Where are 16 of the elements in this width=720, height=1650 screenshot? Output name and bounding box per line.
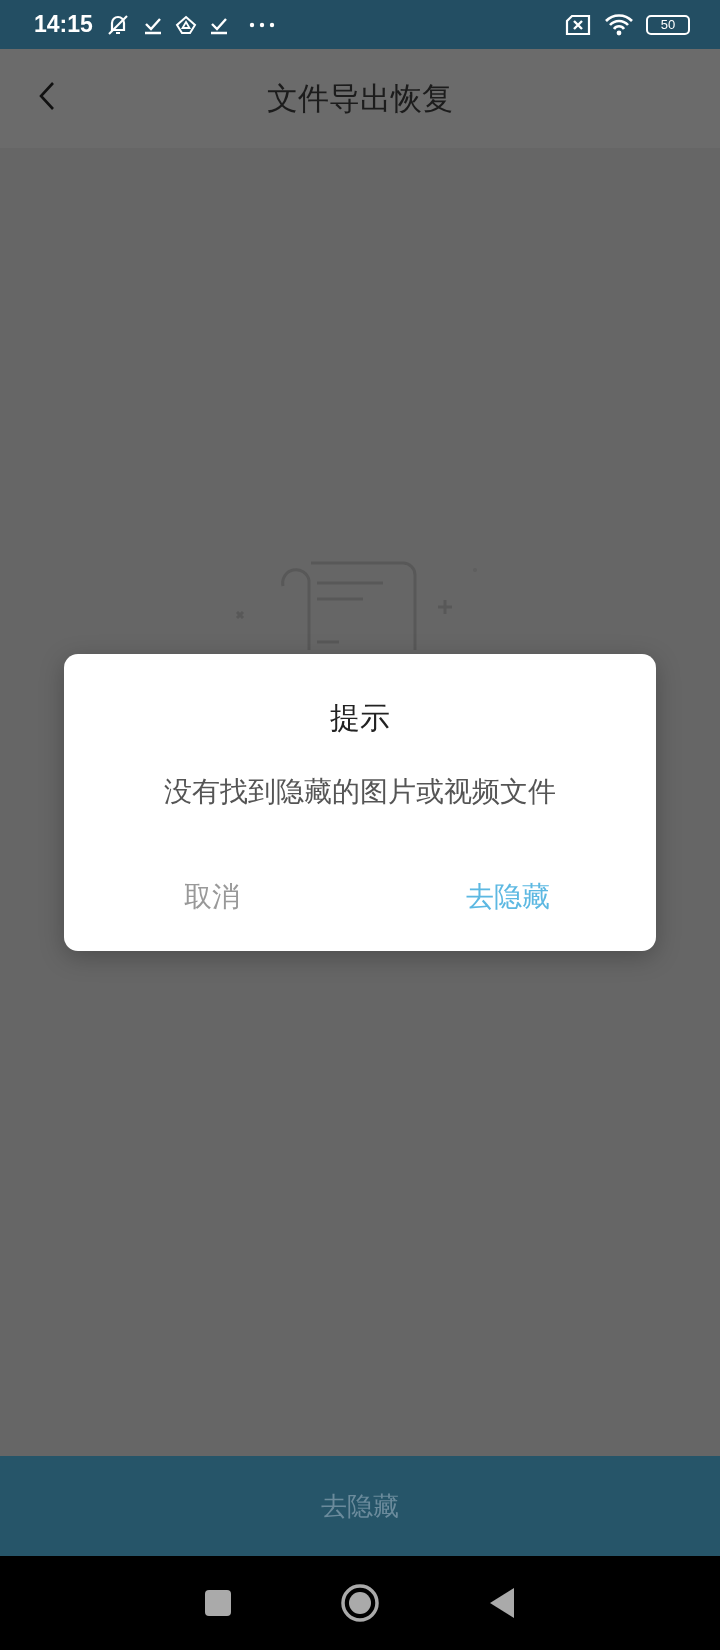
page-title: 文件导出恢复 [267, 78, 453, 118]
hide-button[interactable]: 去隐藏 [315, 1487, 405, 1525]
no-sim-icon [564, 13, 592, 36]
triangle-icon [174, 14, 197, 35]
dialog-message: 没有找到隐藏的图片或视频文件 [164, 774, 556, 810]
home-icon[interactable] [340, 1583, 380, 1623]
clock: 14:15 [34, 11, 93, 38]
confirm-button[interactable]: 去隐藏 [360, 855, 656, 951]
back-icon[interactable] [38, 81, 56, 111]
battery-icon: 50 [646, 14, 690, 35]
more-icon [248, 21, 275, 28]
recents-icon[interactable] [204, 1589, 232, 1617]
cancel-button[interactable]: 取消 [64, 855, 360, 951]
wifi-icon [604, 12, 634, 37]
back-icon[interactable] [488, 1587, 516, 1619]
dialog-title: 提示 [330, 699, 390, 737]
